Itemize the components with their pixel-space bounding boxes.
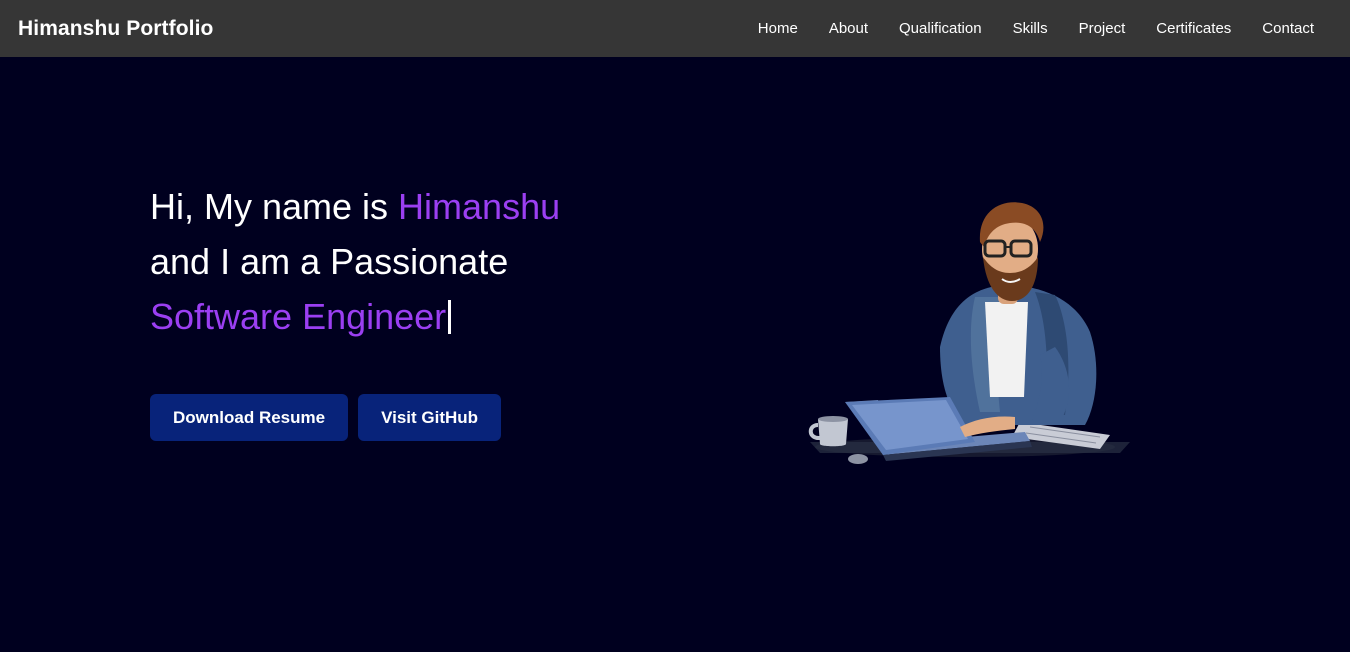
hero-line-2: and I am a Passionate (150, 241, 509, 282)
hero-line-1: Hi, My name is Himanshu (150, 179, 560, 234)
hero-name: Himanshu (398, 186, 561, 227)
nav-link-contact[interactable]: Contact (1262, 20, 1314, 37)
nav-link-skills[interactable]: Skills (1013, 20, 1048, 37)
greeting-text: Hi, My name is (150, 186, 399, 227)
hero-section: Hi, My name is Himanshu and I am a Passi… (0, 57, 1350, 652)
typing-cursor (448, 300, 452, 334)
nav-links: Home About Qualification Skills Project … (758, 20, 1314, 37)
nav-link-about[interactable]: About (829, 20, 868, 37)
developer-with-laptop-illustration (808, 202, 1130, 464)
nav-link-project[interactable]: Project (1079, 20, 1126, 37)
hero-buttons: Download Resume Visit GitHub (150, 394, 502, 441)
nav-link-qualification[interactable]: Qualification (899, 20, 982, 37)
nav-link-home[interactable]: Home (758, 20, 798, 37)
visit-github-button[interactable]: Visit GitHub (358, 394, 502, 441)
navbar: Himanshu Portfolio Home About Qualificat… (0, 0, 1350, 57)
hero-line-3: Software Engineer (150, 289, 560, 344)
typed-role-text: Software Engineer (150, 296, 447, 337)
brand-logo-text[interactable]: Himanshu Portfolio (18, 17, 213, 41)
download-resume-button[interactable]: Download Resume (150, 394, 349, 441)
nav-link-certificates[interactable]: Certificates (1156, 20, 1231, 37)
hero-heading: Hi, My name is Himanshu and I am a Passi… (150, 179, 560, 344)
